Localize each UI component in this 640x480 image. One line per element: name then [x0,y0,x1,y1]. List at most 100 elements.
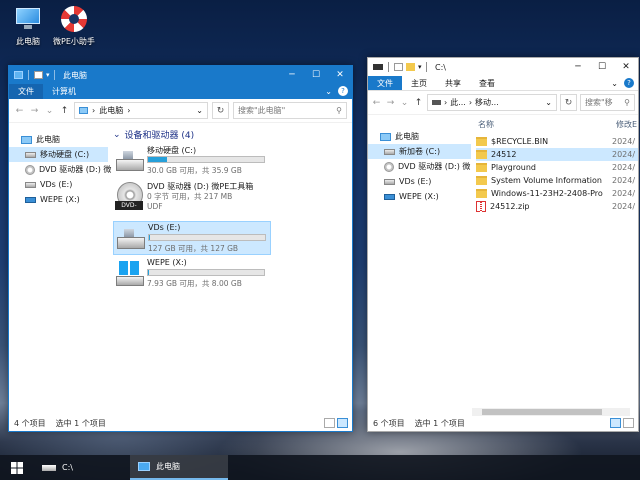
drive-name: DVD 驱动器 (D:) 微PE工具箱 [147,182,254,191]
item-count: 6 个项目 [373,419,405,428]
nav-item-drive-x[interactable]: WEPE (X:) [9,192,108,207]
computer-icon [21,135,32,144]
tab-home[interactable]: 主页 [402,76,436,90]
drive-tile-e[interactable]: VDs (E:) 127 GB 可用，共 127 GB [113,221,271,255]
path-field[interactable]: › 此电脑 › ⌄ [74,102,208,119]
title-bar[interactable]: ▾ 此电脑 ─ ☐ ✕ [9,66,352,84]
back-button[interactable]: ← [14,106,25,116]
tab-share[interactable]: 共享 [436,76,470,90]
chevron-down-icon[interactable]: ⌄ [545,98,552,107]
nav-item-this-pc[interactable]: 此电脑 [368,129,471,144]
tab-file[interactable]: 文件 [9,84,43,99]
windows-logo-icon [11,461,23,474]
column-date-modified[interactable]: 修改E [616,119,637,130]
dvd-rom-tag: DVD-ROM [115,201,143,218]
close-button[interactable]: ✕ [328,66,352,84]
group-header[interactable]: ⌄ 设备和驱动器 (4) [113,128,194,142]
selected-count: 选中 1 个项目 [55,419,106,428]
minimize-button[interactable]: ─ [566,58,590,76]
item-count: 4 个项目 [14,419,46,428]
chevron-down-icon[interactable]: ▾ [46,71,52,79]
dvd-drive-icon [25,164,35,175]
file-row[interactable]: Playground 2024/ [476,161,638,174]
tab-file[interactable]: 文件 [368,76,402,90]
file-row[interactable]: 24512.zip 2024/ [476,200,638,213]
nav-item-drive-c[interactable]: 移动硬盘 (C:) [9,147,108,162]
chevron-down-icon[interactable]: ⌄ [325,87,332,96]
help-icon[interactable]: ? [338,86,348,96]
file-row[interactable]: Windows-11-23H2-2408-Pro 2024/ [476,187,638,200]
path-field[interactable]: › 此... › 移动... ⌄ [427,94,557,111]
file-row[interactable]: System Volume Information 2024/ [476,174,638,187]
caption-buttons: ─ ☐ ✕ [280,66,352,84]
capacity-bar [147,156,265,163]
up-button[interactable]: ↑ [413,98,424,108]
tab-view[interactable]: 查看 [470,76,504,90]
dvd-rom-icon: DVD-ROM [115,182,143,218]
properties-icon[interactable] [394,63,403,71]
quick-access-toolbar: ▾ [368,62,424,72]
folder-icon [476,163,487,172]
back-button[interactable]: ← [371,98,382,108]
nav-item-drive-e[interactable]: VDs (E:) [368,174,471,189]
file-row[interactable]: 24512 2024/ [476,148,638,161]
address-bar: ← → ⌄ ↑ › 此... › 移动... ⌄ ↻ 搜索"移 ⚲ [368,91,638,115]
taskbar-item-this-pc[interactable]: 此电脑 [130,455,228,480]
nav-item-this-pc[interactable]: 此电脑 [9,132,108,147]
maximize-button[interactable]: ☐ [304,66,328,84]
status-bar: 6 个项目 选中 1 个项目 [368,416,638,431]
forward-button[interactable]: → [29,106,40,116]
tab-computer[interactable]: 计算机 [43,84,85,99]
recent-locations-button[interactable]: ⌄ [399,98,410,108]
breadcrumb-separator: › [92,106,96,115]
chevron-down-icon[interactable]: ⌄ [196,106,203,115]
file-name: Playground [491,163,536,172]
desktop-icon-pe-helper[interactable]: 微PE小助手 [46,6,102,47]
refresh-button[interactable]: ↻ [560,94,577,111]
help-icon[interactable]: ? [624,78,634,88]
refresh-button[interactable]: ↻ [212,102,229,119]
minimize-button[interactable]: ─ [280,66,304,84]
title-bar[interactable]: ▾ C:\ ─ ☐ ✕ [368,58,638,76]
details-view-button[interactable] [610,418,621,428]
breadcrumb-this-pc[interactable]: 此... [450,97,466,108]
breadcrumb-drive[interactable]: 移动... [475,97,499,108]
selected-count: 选中 1 个项目 [414,419,465,428]
nav-item-drive-d[interactable]: DVD 驱动器 (D:) 微 [9,162,111,177]
search-input[interactable]: 搜索"此电脑" ⚲ [233,102,347,119]
lifebuoy-icon [61,6,87,32]
nav-item-drive-e[interactable]: VDs (E:) [9,177,108,192]
tiles-view-button[interactable] [623,418,634,428]
horizontal-scrollbar[interactable] [472,408,630,416]
recent-locations-button[interactable]: ⌄ [44,106,55,116]
column-name[interactable]: 名称 [478,119,494,130]
nav-item-drive-d[interactable]: DVD 驱动器 (D:) 微 [368,159,471,174]
chevron-down-icon[interactable]: ▾ [418,63,424,71]
search-input[interactable]: 搜索"移 ⚲ [580,94,635,111]
close-button[interactable]: ✕ [614,58,638,76]
drive-name: VDs (E:) [148,223,181,232]
breadcrumb-this-pc[interactable]: 此电脑 [99,105,123,116]
up-button[interactable]: ↑ [59,106,70,116]
drive-tile-x[interactable]: WEPE (X:) 7.93 GB 可用，共 8.00 GB [113,257,271,291]
taskbar-item-c-drive[interactable]: C:\ [34,455,130,480]
scrollbar-thumb[interactable] [482,409,602,415]
maximize-button[interactable]: ☐ [590,58,614,76]
forward-button[interactable]: → [385,98,396,108]
new-folder-icon[interactable] [406,63,415,71]
explorer-window-c-drive: ▾ C:\ ─ ☐ ✕ 文件 主页 共享 查看 ⌄ ? ← → ⌄ ↑ › 此.… [367,57,639,432]
file-row[interactable]: $RECYCLE.BIN 2024/ [476,135,638,148]
taskbar: C:\ 此电脑 [0,455,640,480]
details-view-button[interactable] [324,418,335,428]
drive-filesystem: UDF [147,202,163,211]
tiles-view-button[interactable] [337,418,348,428]
nav-item-drive-x[interactable]: WEPE (X:) [368,189,471,204]
drive-size: 127 GB 可用，共 127 GB [148,244,239,253]
chevron-down-icon[interactable]: ⌄ [611,79,618,88]
properties-icon[interactable] [34,71,43,79]
zip-icon [476,201,486,212]
start-button[interactable] [0,455,34,480]
drive-tile-c[interactable]: 移动硬盘 (C:) 30.0 GB 可用，共 35.9 GB [113,144,271,178]
nav-item-drive-c[interactable]: 新加卷 (C:) [368,144,471,159]
drive-tile-d[interactable]: DVD-ROM DVD 驱动器 (D:) 微PE工具箱 0 字节 可用，共 21… [113,180,271,218]
